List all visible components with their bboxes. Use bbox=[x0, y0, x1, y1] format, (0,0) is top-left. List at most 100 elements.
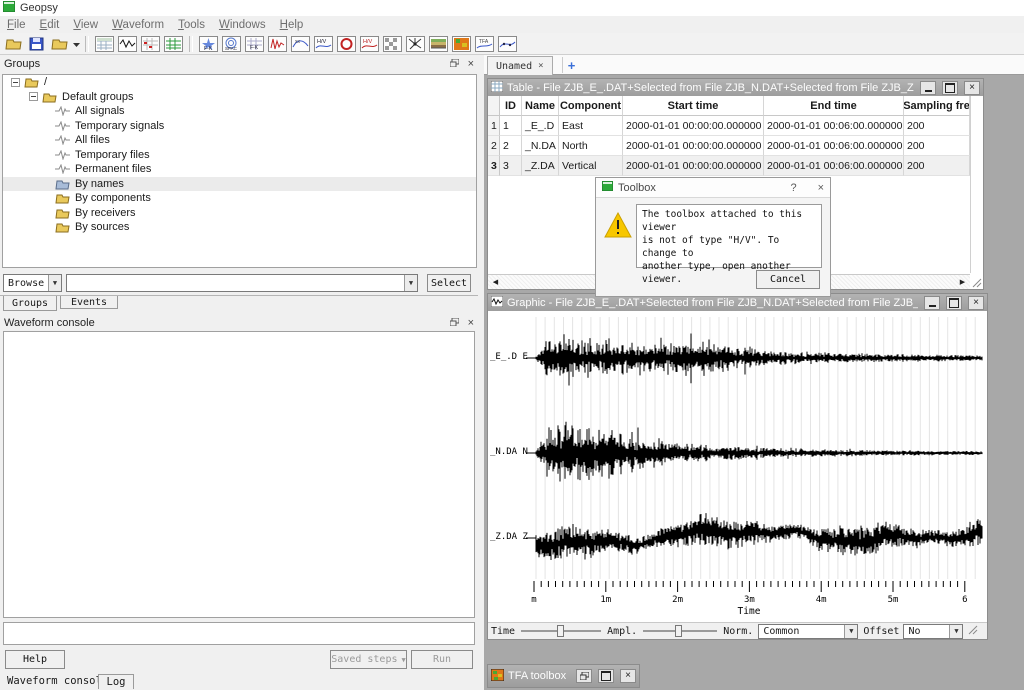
maximize-button[interactable] bbox=[598, 669, 614, 683]
saved-steps-button[interactable]: Saved steps▼ bbox=[330, 650, 407, 669]
close-button[interactable]: × bbox=[620, 669, 636, 683]
tree-expander-icon[interactable] bbox=[29, 92, 38, 101]
column-header-sampling-fre[interactable]: Sampling fre bbox=[904, 96, 970, 116]
table-cell[interactable]: 200 bbox=[904, 156, 970, 176]
tree-item--[interactable]: / bbox=[3, 75, 476, 90]
maximize-button[interactable] bbox=[942, 81, 958, 95]
tab-unamed[interactable]: Unamed × bbox=[487, 56, 553, 75]
map-tool-icon[interactable] bbox=[451, 35, 472, 53]
close-panel-icon[interactable]: × bbox=[468, 318, 474, 328]
minimize-button[interactable] bbox=[920, 81, 936, 95]
browse-dropdown[interactable]: Browse▼ bbox=[3, 274, 62, 292]
tfa-toolbox-titlebar[interactable]: TFA toolbox × bbox=[488, 665, 639, 687]
table-cell[interactable]: 200 bbox=[904, 136, 970, 156]
table-viewer-icon[interactable] bbox=[94, 35, 115, 53]
table-cell[interactable]: 2000-01-01 00:00:00.000000 bbox=[623, 116, 764, 136]
table-cell[interactable]: 2000-01-01 00:00:00.000000 bbox=[623, 156, 764, 176]
table-cell[interactable]: 2000-01-01 00:00:00.000000 bbox=[623, 136, 764, 156]
waveform-console-output[interactable] bbox=[3, 331, 475, 618]
table-cell[interactable]: 2000-01-01 00:06:00.000000 bbox=[764, 136, 904, 156]
save-icon[interactable] bbox=[26, 35, 47, 53]
tree-item-all-signals[interactable]: All signals bbox=[3, 104, 476, 119]
graphic-viewer-icon[interactable] bbox=[117, 35, 138, 53]
toolbox-dialog-titlebar[interactable]: Toolbox ? × bbox=[596, 178, 830, 198]
dialog-help-button[interactable]: ? bbox=[790, 182, 796, 194]
tree-item-by-receivers[interactable]: By receivers bbox=[3, 206, 476, 221]
row-header[interactable]: 2 bbox=[488, 136, 500, 156]
open-recent-icon[interactable] bbox=[49, 35, 70, 53]
table-cell[interactable]: North bbox=[559, 136, 623, 156]
table-cell[interactable]: Vertical bbox=[559, 156, 623, 176]
signal-damping-icon[interactable] bbox=[267, 35, 288, 53]
column-header-id[interactable]: ID bbox=[500, 96, 522, 116]
refraction-icon[interactable] bbox=[336, 35, 357, 53]
row-header[interactable]: 3 bbox=[488, 156, 500, 176]
menu-view[interactable]: View bbox=[66, 18, 105, 32]
picking-tool-icon[interactable] bbox=[405, 35, 426, 53]
tree-item-temporary-signals[interactable]: Temporary signals bbox=[3, 119, 476, 134]
cancel-button[interactable]: Cancel bbox=[756, 270, 820, 289]
tree-item-by-names[interactable]: By names bbox=[3, 177, 476, 192]
menu-edit[interactable]: Edit bbox=[33, 18, 67, 32]
close-button[interactable]: × bbox=[968, 296, 984, 310]
window-titlebar[interactable]: Geopsy bbox=[0, 0, 1024, 16]
open-file-icon[interactable] bbox=[3, 35, 24, 53]
particle-motion-icon[interactable] bbox=[497, 35, 518, 53]
tree-item-by-components[interactable]: By components bbox=[3, 191, 476, 206]
menu-help[interactable]: Help bbox=[273, 18, 311, 32]
waveform-plot[interactable]: m1m2m3m4m5m6Time _E_.D E_N.DA N_Z.DA Z bbox=[488, 311, 987, 623]
norm-dropdown[interactable]: Common▼ bbox=[758, 624, 858, 639]
tab-waveform-console[interactable]: Waveform console bbox=[7, 675, 108, 687]
fk-toolbox-icon[interactable]: F-K bbox=[198, 35, 219, 53]
float-button[interactable] bbox=[576, 669, 592, 683]
time-slider[interactable] bbox=[521, 630, 601, 632]
run-button[interactable]: Run bbox=[411, 650, 473, 669]
map-viewer-icon[interactable] bbox=[163, 35, 184, 53]
tree-item-all-files[interactable]: All files bbox=[3, 133, 476, 148]
correlation-curve-icon[interactable]: xx bbox=[290, 35, 311, 53]
open-recent-dropdown[interactable] bbox=[71, 35, 81, 53]
close-panel-icon[interactable]: × bbox=[468, 59, 474, 69]
table-cell[interactable]: 200 bbox=[904, 116, 970, 136]
signals-table[interactable]: IDNameComponentStart timeEnd timeSamplin… bbox=[488, 96, 970, 176]
array-grid-icon[interactable] bbox=[382, 35, 403, 53]
fk-linear-icon[interactable]: F-K bbox=[244, 35, 265, 53]
tab-groups[interactable]: Groups bbox=[3, 296, 57, 311]
table-cell[interactable]: 1 bbox=[500, 116, 522, 136]
table-cell[interactable]: East bbox=[559, 116, 623, 136]
table-cell[interactable]: 2000-01-01 00:06:00.000000 bbox=[764, 116, 904, 136]
column-header-component[interactable]: Component bbox=[559, 96, 623, 116]
file-table-icon[interactable] bbox=[140, 35, 161, 53]
resize-grip-icon[interactable] bbox=[967, 624, 978, 638]
scroll-right-icon[interactable]: ▶ bbox=[955, 275, 970, 289]
tree-item-temporary-files[interactable]: Temporary files bbox=[3, 148, 476, 163]
close-button[interactable]: × bbox=[964, 81, 980, 95]
waveform-console-input[interactable] bbox=[3, 622, 475, 645]
profile-layers-icon[interactable] bbox=[428, 35, 449, 53]
tree-item-by-sources[interactable]: By sources bbox=[3, 220, 476, 235]
table-cell[interactable]: 3 bbox=[500, 156, 522, 176]
menu-file[interactable]: File bbox=[0, 18, 33, 32]
ampl-slider[interactable] bbox=[643, 630, 717, 632]
tfa-toolbox-icon[interactable]: TFA bbox=[474, 35, 495, 53]
group-filter-combobox[interactable]: ▼ bbox=[66, 274, 418, 292]
table-cell[interactable]: _N.DA bbox=[522, 136, 559, 156]
groups-panel-header[interactable]: Groups × bbox=[0, 56, 478, 72]
menu-tools[interactable]: Tools bbox=[171, 18, 212, 32]
tab-events[interactable]: Events bbox=[60, 296, 118, 309]
scroll-left-icon[interactable]: ◀ bbox=[488, 275, 503, 289]
menu-waveform[interactable]: Waveform bbox=[105, 18, 171, 32]
resize-grip-icon[interactable] bbox=[971, 277, 982, 288]
table-window-titlebar[interactable]: Table - File ZJB_E_.DAT+Selected from Fi… bbox=[488, 79, 983, 96]
tree-item-permanent-files[interactable]: Permanent files bbox=[3, 162, 476, 177]
hv-toolbox-icon[interactable]: H/V bbox=[313, 35, 334, 53]
float-panel-icon[interactable] bbox=[450, 318, 459, 328]
dialog-close-button[interactable]: × bbox=[818, 182, 824, 194]
row-header[interactable]: 1 bbox=[488, 116, 500, 136]
table-cell[interactable]: _Z.DA bbox=[522, 156, 559, 176]
maximize-button[interactable] bbox=[946, 296, 962, 310]
hv-rotate-icon[interactable]: H/V bbox=[359, 35, 380, 53]
float-panel-icon[interactable] bbox=[450, 59, 459, 69]
waveform-console-header[interactable]: Waveform console × bbox=[0, 315, 478, 331]
tree-expander-icon[interactable] bbox=[11, 78, 20, 87]
